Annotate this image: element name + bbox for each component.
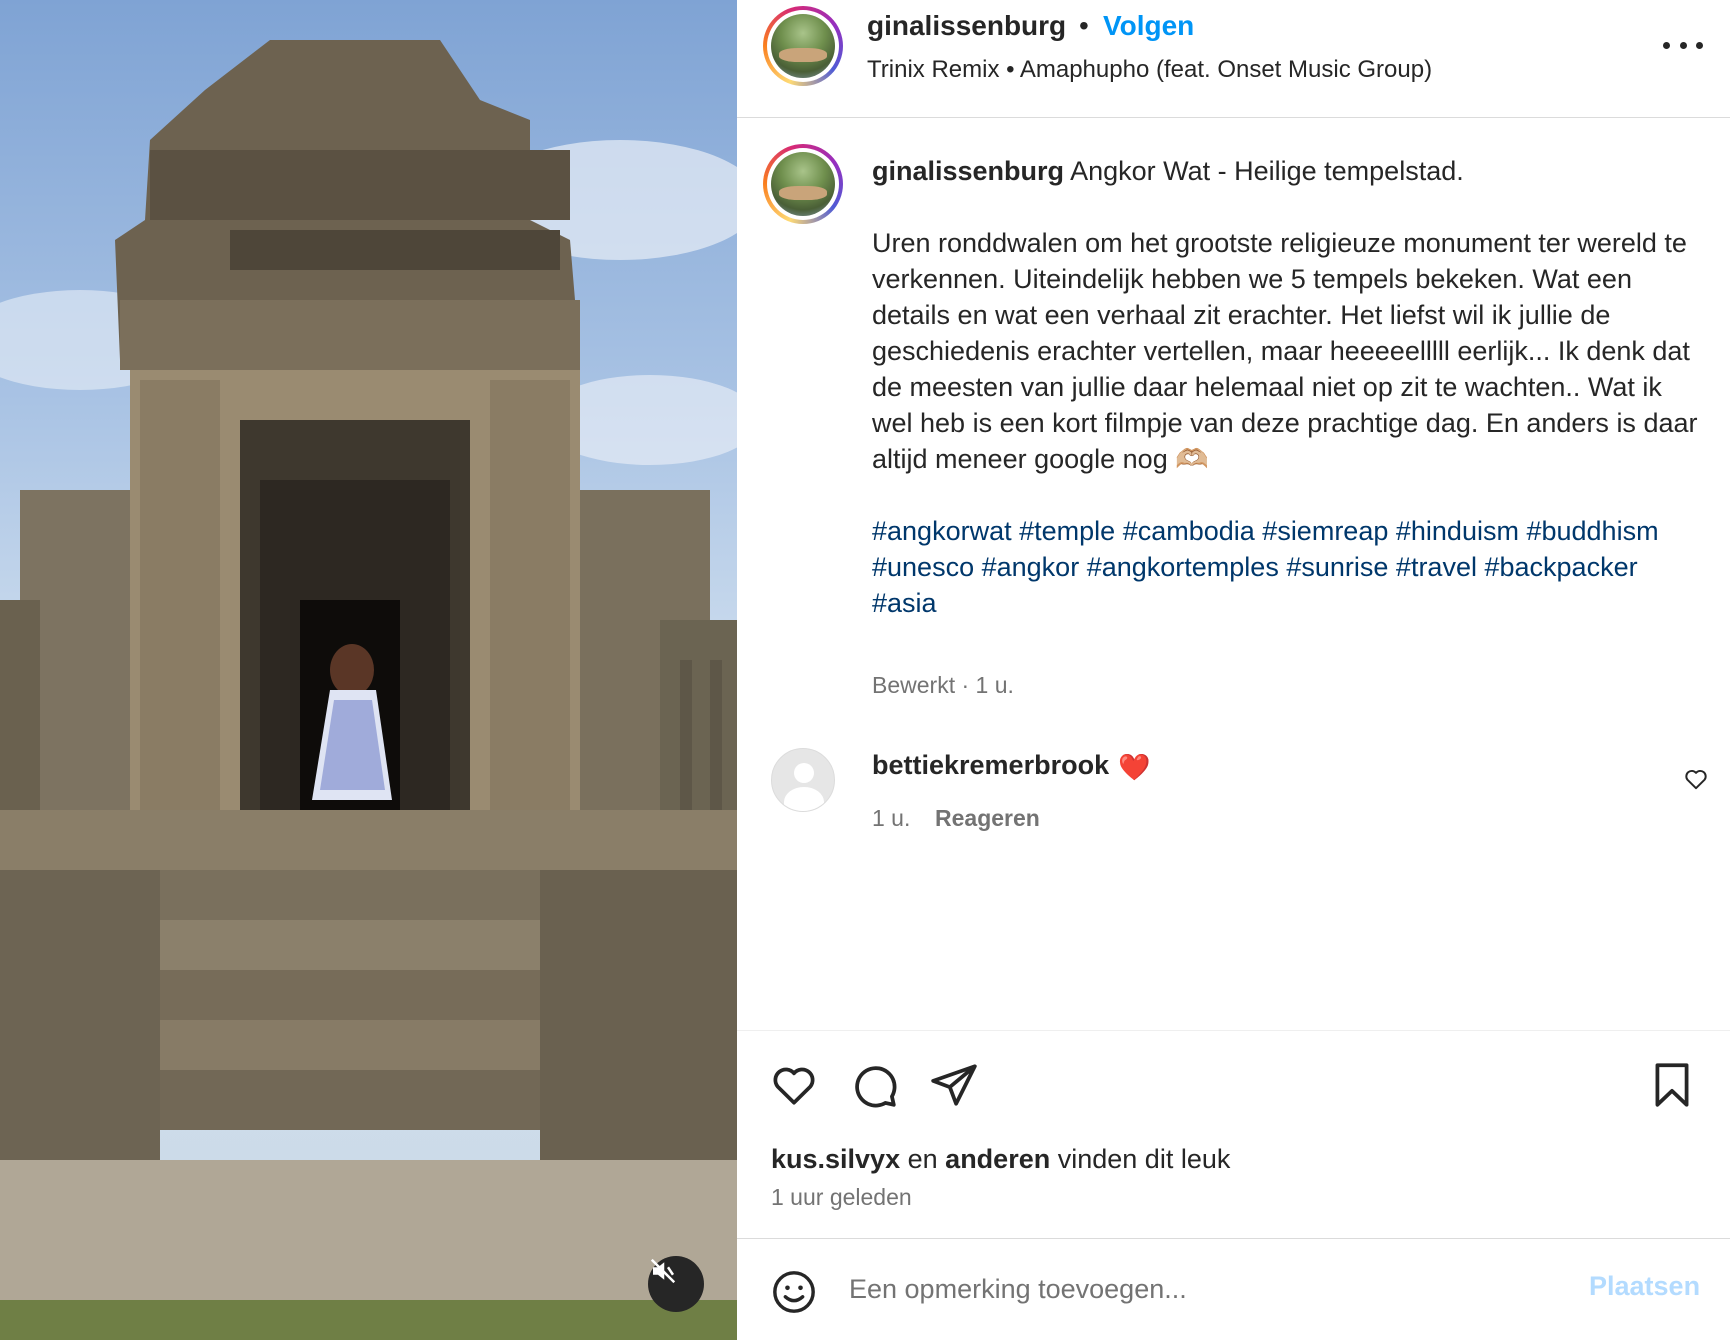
post-caption: ginalissenburg Angkor Wat - Heilige temp… (872, 153, 1702, 621)
follow-button[interactable]: Volgen (1103, 10, 1194, 42)
bookmark-icon (1655, 1063, 1689, 1107)
save-button[interactable] (1647, 1060, 1697, 1115)
hashtag-link[interactable]: #asia (872, 588, 937, 618)
muted-speaker-icon (650, 1258, 676, 1284)
hashtag-link[interactable]: #unesco (872, 552, 974, 582)
commenter-avatar[interactable] (771, 748, 835, 812)
caption-title: Angkor Wat - Heilige tempelstad. (1070, 156, 1464, 186)
temple-photo (0, 40, 737, 1340)
likes-summary: kus.silvyx en anderen vinden dit leuk (771, 1144, 1230, 1175)
post-media-video[interactable] (0, 0, 737, 1340)
hashtag-link[interactable]: #angkortemples (1087, 552, 1279, 582)
likes-suffix-text: vinden dit leuk (1057, 1144, 1231, 1174)
hashtag-link[interactable]: #sunrise (1286, 552, 1388, 582)
hashtag-link[interactable]: #backpacker (1484, 552, 1637, 582)
likers-others-link[interactable]: anderen (945, 1144, 1050, 1174)
heart-icon (1685, 770, 1707, 790)
hashtag-link[interactable]: #hinduism (1396, 516, 1519, 546)
share-button[interactable] (929, 1060, 979, 1115)
comment-like-button[interactable] (1683, 766, 1709, 797)
hashtag-link[interactable]: #buddhism (1526, 516, 1658, 546)
reply-button[interactable]: Reageren (935, 805, 1040, 832)
likes-and-text: en (907, 1144, 938, 1174)
post-comment-button[interactable]: Plaatsen (1589, 1271, 1700, 1302)
hashtag-link[interactable]: #travel (1396, 552, 1477, 582)
paper-plane-icon (931, 1064, 977, 1106)
hashtag-link[interactable]: #temple (1019, 516, 1115, 546)
commenter-username[interactable]: bettiekremerbrook (872, 750, 1109, 781)
more-options-button[interactable] (1663, 28, 1703, 62)
caption-author-avatar[interactable] (763, 144, 843, 224)
post-header: ginalissenburg • Volgen Trinix Remix • A… (737, 0, 1730, 118)
edited-timestamp: Bewerkt · 1 u. (872, 672, 1014, 698)
actions-divider (737, 1030, 1730, 1031)
author-username[interactable]: ginalissenburg (867, 10, 1066, 42)
post-details-panel: ginalissenburg • Volgen Trinix Remix • A… (737, 0, 1730, 1340)
hashtag-list: #angkorwat #temple #cambodia #siemreap #… (872, 513, 1702, 621)
caption-username[interactable]: ginalissenburg (872, 156, 1064, 186)
liker-username[interactable]: kus.silvyx (771, 1144, 900, 1174)
hashtag-link[interactable]: #angkorwat (872, 516, 1012, 546)
audio-track-link[interactable]: Trinix Remix • Amaphupho (feat. Onset Mu… (867, 56, 1432, 84)
emoji-picker-button[interactable] (771, 1269, 817, 1320)
heart-icon (773, 1067, 815, 1105)
add-comment-bar: Plaatsen (737, 1238, 1730, 1340)
author-avatar[interactable] (763, 6, 843, 86)
separator-dot: • (1079, 10, 1089, 41)
more-options-icon (1663, 41, 1670, 49)
caption-body: Uren ronddwalen om het grootste religieu… (872, 228, 1698, 474)
hashtag-link[interactable]: #siemreap (1262, 516, 1388, 546)
like-button[interactable] (769, 1060, 819, 1115)
comment-input[interactable] (849, 1263, 1549, 1315)
hashtag-link[interactable]: #angkor (982, 552, 1080, 582)
comment-button[interactable] (849, 1060, 899, 1115)
smiley-icon (773, 1271, 815, 1313)
post-time-ago: 1 uur geleden (771, 1184, 912, 1210)
comment-timestamp: 1 u. (872, 805, 911, 831)
comment-text: ❤️ (1118, 752, 1151, 782)
comment-bubble-icon (855, 1066, 897, 1108)
mute-toggle-button[interactable] (648, 1256, 704, 1312)
hashtag-link[interactable]: #cambodia (1123, 516, 1255, 546)
